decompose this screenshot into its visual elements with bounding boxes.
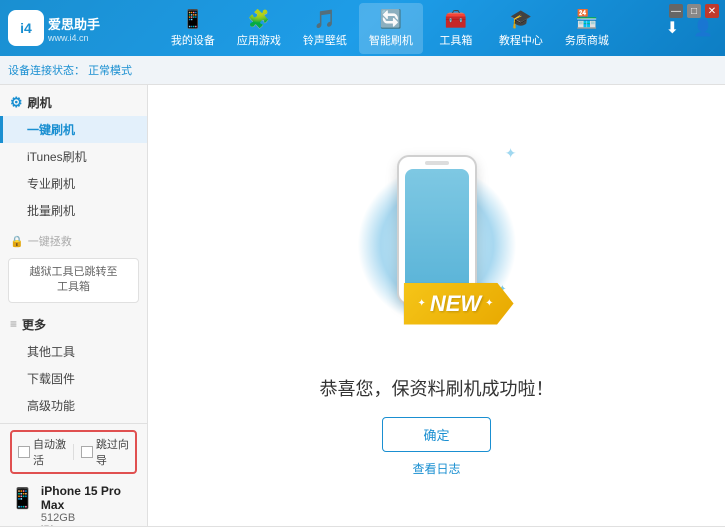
- view-log-link[interactable]: 查看日志: [412, 460, 460, 477]
- download-button[interactable]: ⬇: [662, 14, 683, 42]
- nav-smart-flash[interactable]: 🔄 智能刷机: [359, 3, 423, 54]
- new-badge-text: NEW: [430, 291, 481, 317]
- more-section-header: ≡ 更多: [0, 311, 147, 338]
- sidebar: ⚙ 刷机 一键刷机 iTunes刷机 专业刷机 批量刷机 🔒 一键拯救: [0, 85, 148, 526]
- breadcrumb: 设备连接状态： 正常模式: [0, 56, 725, 85]
- minimize-button[interactable]: —: [669, 4, 683, 18]
- lock-icon: 🔒: [10, 235, 24, 248]
- my-device-icon: 📱: [182, 9, 204, 30]
- phone-screen: [405, 169, 469, 291]
- time-guide-label[interactable]: 跳过向导: [81, 436, 129, 468]
- sidebar-item-download-firmware[interactable]: 下载固件: [0, 365, 147, 392]
- header: i4 爱思助手 www.i4.cn 📱 我的设备 🧩 应用游戏 🎵 铃声壁纸 🔄: [0, 0, 725, 56]
- sidebar-item-advanced[interactable]: 高级功能: [0, 392, 147, 419]
- user-button[interactable]: 👤: [689, 14, 717, 42]
- phone-notch: [425, 161, 449, 165]
- content-area: ✦ ✦ NEW ✦ ✦ 恭喜您，保资料刷机成功啦！ 确定 查看日志: [148, 85, 725, 526]
- separator: [73, 444, 74, 460]
- flash-icon: 🔄: [380, 9, 402, 30]
- logo: i4 爱思助手 www.i4.cn: [8, 10, 118, 46]
- one-click-rescue-disabled: 🔒 一键拯救: [0, 228, 147, 254]
- device-storage: 512GB: [41, 512, 137, 524]
- logo-text: 爱思助手 www.i4.cn: [48, 14, 100, 43]
- ringtones-icon: 🎵: [314, 9, 336, 30]
- sidebar-item-one-click-flash[interactable]: 一键刷机: [0, 116, 147, 143]
- apps-icon: 🧩: [248, 9, 270, 30]
- time-guide-checkbox[interactable]: [81, 446, 93, 458]
- tutorial-icon: 🎓: [510, 9, 532, 30]
- new-ribbon: ✦ NEW ✦: [403, 283, 513, 325]
- store-icon: 🏪: [576, 9, 598, 30]
- more-section: ≡ 更多 其他工具 下载固件 高级功能: [0, 307, 147, 423]
- sidebar-item-itunes-flash[interactable]: iTunes刷机: [0, 143, 147, 170]
- new-badge: ✦ NEW ✦: [403, 283, 513, 325]
- nav-tutorial[interactable]: 🎓 教程中心: [489, 3, 553, 54]
- device-area: 自动激活 跳过向导 📱 iPhone 15 Pro Max 512GB: [0, 423, 147, 526]
- nav-ringtones[interactable]: 🎵 铃声壁纸: [293, 3, 357, 54]
- device-name: iPhone 15 Pro Max: [41, 484, 137, 512]
- toolbox-icon: 🧰: [445, 9, 467, 30]
- sidebar-item-other-tools[interactable]: 其他工具: [0, 338, 147, 365]
- sidebar-item-pro-flash[interactable]: 专业刷机: [0, 170, 147, 197]
- device-phone-icon: 📱: [10, 486, 35, 511]
- flash-section-icon: ⚙: [10, 94, 23, 111]
- sidebar-item-batch-flash[interactable]: 批量刷机: [0, 197, 147, 224]
- maximize-button[interactable]: □: [687, 4, 701, 18]
- phone-illustration: ✦ ✦ NEW ✦ ✦: [337, 135, 537, 355]
- sparkle-top-icon: ✦: [505, 145, 517, 162]
- device-info: 📱 iPhone 15 Pro Max 512GB iPhone: [8, 480, 139, 526]
- device-section: 自动激活 跳过向导 📱 iPhone 15 Pro Max 512GB: [0, 423, 147, 526]
- more-icon: ≡: [10, 317, 17, 331]
- nav-my-device[interactable]: 📱 我的设备: [161, 3, 225, 54]
- nav-apps-games[interactable]: 🧩 应用游戏: [227, 3, 291, 54]
- logo-icon: i4: [8, 10, 44, 46]
- success-message: 恭喜您，保资料刷机成功啦！: [320, 375, 554, 401]
- main-layout: ⚙ 刷机 一键刷机 iTunes刷机 专业刷机 批量刷机 🔒 一键拯救: [0, 85, 725, 526]
- flash-section: ⚙ 刷机 一键刷机 iTunes刷机 专业刷机 批量刷机: [0, 85, 147, 228]
- auto-activate-label[interactable]: 自动激活: [18, 436, 66, 468]
- flash-section-header: ⚙ 刷机: [0, 89, 147, 116]
- confirm-button[interactable]: 确定: [382, 417, 490, 452]
- device-details: iPhone 15 Pro Max 512GB iPhone: [41, 484, 137, 526]
- ribbon-star-right: ✦: [485, 298, 493, 309]
- device-type: iPhone: [41, 524, 137, 526]
- rescue-note: 越狱工具已跳转至工具箱: [8, 258, 139, 303]
- window-controls: — □ ✕: [669, 4, 719, 18]
- auto-activate-checkbox[interactable]: [18, 446, 30, 458]
- nav-bar: 📱 我的设备 🧩 应用游戏 🎵 铃声壁纸 🔄 智能刷机 🧰 工具箱 🎓: [118, 3, 662, 54]
- close-button[interactable]: ✕: [705, 4, 719, 18]
- auto-options-row: 自动激活 跳过向导: [10, 430, 137, 474]
- nav-toolbox[interactable]: 🧰 工具箱: [425, 3, 487, 54]
- ribbon-star-left: ✦: [417, 298, 425, 309]
- nav-store[interactable]: 🏪 务质商城: [555, 3, 619, 54]
- header-right: ⬇ 👤: [662, 14, 717, 42]
